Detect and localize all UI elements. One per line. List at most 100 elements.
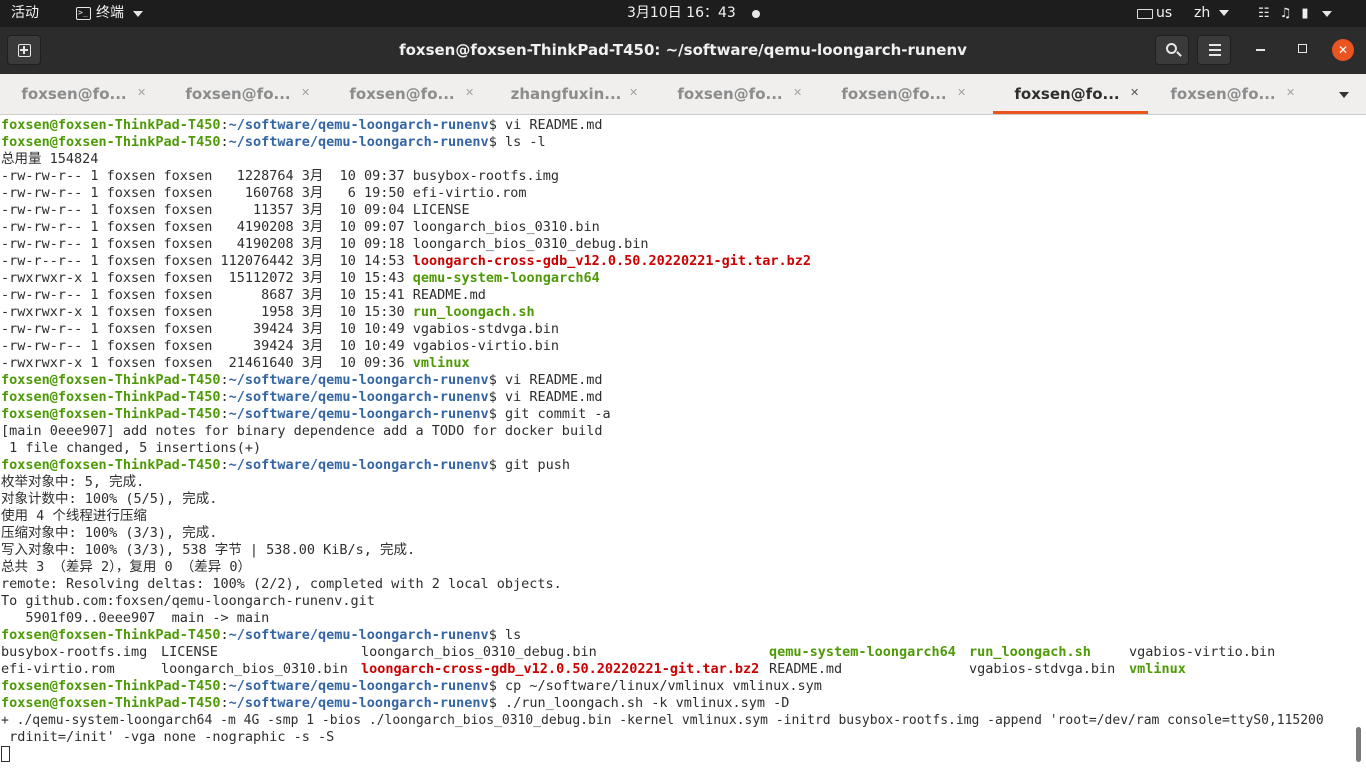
ls-entry: vgabios-stdvga.bin (969, 661, 1116, 677)
input-method-label: zh (1194, 5, 1211, 21)
prompt-user-host: foxsen@foxsen-ThinkPad-T450 (1, 457, 221, 473)
terminal-tab[interactable]: foxsen@fo... ✕ (656, 74, 820, 115)
close-icon[interactable]: ✕ (793, 86, 802, 99)
prompt-user-host: foxsen@foxsen-ThinkPad-T450 (1, 406, 221, 422)
window-header-bar: foxsen@foxsen-ThinkPad-T450: ~/software/… (0, 27, 1366, 74)
prompt-line: foxsen@foxsen-ThinkPad-T450:~/software/q… (1, 117, 603, 133)
prompt-user-host: foxsen@foxsen-ThinkPad-T450 (1, 117, 221, 133)
command: ls -l (496, 134, 546, 150)
file-name: loongarch_bios_0310_debug.bin (412, 236, 649, 252)
close-icon[interactable]: ✕ (1286, 86, 1295, 99)
file-name: LICENSE (412, 202, 470, 218)
ls-output-row: busybox-rootfs.img LICENSE loongarch_bios_… (1, 644, 1361, 661)
file-name: vgabios-virtio.bin (412, 338, 560, 354)
ls-entry: qemu-system-loongarch64 (769, 644, 956, 660)
close-icon[interactable]: ✕ (957, 86, 966, 99)
listing-row: -rw-r--r-- 1 foxsen foxsen 112076442 3月 … (1, 253, 811, 270)
hamburger-menu-button[interactable] (1197, 35, 1231, 65)
prompt-line: foxsen@foxsen-ThinkPad-T450:~/software/q… (1, 457, 570, 473)
file-meta: -rw-rw-r-- 1 foxsen foxsen 11357 3月 10 0… (1, 202, 413, 218)
terminal-icon: >_ (76, 7, 91, 20)
prompt-line: foxsen@foxsen-ThinkPad-T450:~/software/q… (1, 678, 822, 694)
terminal-tab[interactable]: zhangfuxin... ✕ (492, 74, 656, 115)
app-menu-terminal[interactable]: >_ 终端 (76, 0, 143, 27)
prompt-path: ~/software/qemu-loongarch-runenv (228, 406, 489, 422)
ls-entry: vgabios-virtio.bin (1129, 644, 1276, 660)
tab-label: foxsen@fo... (1170, 85, 1276, 103)
close-icon[interactable]: ✕ (301, 86, 310, 99)
battery-icon: ▮ (1301, 6, 1309, 21)
prompt-user-host: foxsen@foxsen-ThinkPad-T450 (1, 678, 221, 694)
file-name: loongarch-cross-gdb_v12.0.50.20220221-gi… (412, 253, 812, 269)
file-meta: -rw-rw-r-- 1 foxsen foxsen 4190208 3月 10… (1, 219, 413, 235)
chevron-down-icon (1218, 10, 1229, 16)
listing-row: -rwxrwxr-x 1 foxsen foxsen 21461640 3月 1… (1, 355, 470, 372)
terminal-tab[interactable]: foxsen@fo... ✕ (328, 74, 492, 115)
listing-row: -rw-rw-r-- 1 foxsen foxsen 39424 3月 10 1… (1, 338, 559, 355)
tab-label: foxsen@fo... (349, 85, 455, 103)
menu-icon (1209, 44, 1221, 46)
search-icon-handle (1176, 51, 1182, 57)
terminal-tab[interactable]: foxsen@fo... ✕ (0, 74, 164, 115)
close-icon[interactable]: ✕ (629, 86, 638, 99)
close-icon[interactable]: ✕ (1130, 86, 1139, 99)
ls-entry: run_loongach.sh (969, 644, 1091, 660)
prompt-line: foxsen@foxsen-ThinkPad-T450:~/software/q… (1, 406, 611, 422)
close-icon[interactable]: ✕ (137, 86, 146, 99)
minimize-button[interactable] (1256, 49, 1265, 51)
output-line: 写入对象中: 100% (3/3), 538 字节 | 538.00 KiB/s… (1, 542, 416, 558)
input-method-indicator[interactable]: zh (1194, 0, 1229, 27)
terminal-tab-active[interactable]: foxsen@fo... ✕ (993, 74, 1157, 115)
clock[interactable]: 3月10日 16：43 (627, 0, 736, 27)
file-meta: -rwxrwxr-x 1 foxsen foxsen 21461640 3月 1… (1, 355, 413, 371)
command: cp ~/software/linux/vmlinux vmlinux.sym (496, 678, 822, 694)
prompt-user-host: foxsen@foxsen-ThinkPad-T450 (1, 695, 221, 711)
scrollbar[interactable] (1356, 727, 1361, 762)
output-line: rdinit=/init' -vga none -nographic -s -S (1, 729, 335, 745)
ls-entry: vmlinux (1129, 661, 1186, 677)
menu-icon-bar (1209, 54, 1221, 56)
output-line: 1 file changed, 5 insertions(+) (1, 440, 262, 456)
close-icon[interactable]: ✕ (465, 86, 474, 99)
search-button[interactable] (1155, 35, 1189, 65)
command: ./run_loongach.sh -k vmlinux.sym -D (496, 695, 790, 711)
prompt-path: ~/software/qemu-loongarch-runenv (228, 678, 489, 694)
close-button[interactable]: ✕ (1332, 39, 1354, 61)
tab-label: foxsen@fo... (185, 85, 291, 103)
system-status-menu[interactable]: ☷ ♫ ▮ (1258, 0, 1333, 27)
output-line: + ./qemu-system-loongarch64 -m 4G -smp 1… (1, 713, 1324, 728)
keyboard-layout-label: us (1156, 5, 1173, 21)
prompt-user-host: foxsen@foxsen-ThinkPad-T450 (1, 627, 221, 643)
notification-dot-icon (752, 10, 760, 18)
keyboard-layout-indicator[interactable]: us (1137, 0, 1172, 27)
listing-row: -rw-rw-r-- 1 foxsen foxsen 4190208 3月 10… (1, 236, 648, 253)
ls-entry: loongarch-cross-gdb_v12.0.50.20220221-gi… (361, 661, 760, 677)
prompt-path: ~/software/qemu-loongarch-runenv (228, 389, 489, 405)
prompt-user-host: foxsen@foxsen-ThinkPad-T450 (1, 372, 221, 388)
terminal-tab[interactable]: foxsen@fo... ✕ (164, 74, 328, 115)
menu-icon-bar (1209, 49, 1221, 51)
network-icon: ☷ (1258, 6, 1270, 21)
command: git push (496, 457, 570, 473)
text-cursor (1, 746, 10, 762)
prompt-line: foxsen@foxsen-ThinkPad-T450:~/software/q… (1, 389, 603, 405)
output-line: 总用量 154824 (1, 151, 99, 167)
prompt-path: ~/software/qemu-loongarch-runenv (228, 627, 489, 643)
chevron-down-icon (133, 10, 143, 17)
activities-button[interactable]: 活动 (11, 0, 39, 27)
tabs-overflow-dropdown[interactable] (1339, 92, 1349, 98)
tab-label: foxsen@fo... (677, 85, 783, 103)
prompt-path: ~/software/qemu-loongarch-runenv (228, 117, 489, 133)
file-meta: -rw-rw-r-- 1 foxsen foxsen 4190208 3月 10… (1, 236, 413, 252)
volume-icon: ♫ (1279, 6, 1292, 21)
maximize-button[interactable] (1298, 44, 1307, 53)
terminal-tab[interactable]: foxsen@fo... ✕ (820, 74, 984, 115)
output-line: To github.com:foxsen/qemu-loongarch-rune… (1, 593, 375, 609)
file-name: qemu-system-loongarch64 (412, 270, 600, 286)
file-name: run_loongach.sh (412, 304, 535, 320)
terminal-tab[interactable]: foxsen@fo... ✕ (1149, 74, 1313, 115)
terminal-output[interactable]: foxsen@foxsen-ThinkPad-T450:~/software/q… (0, 115, 1366, 768)
ls-entry: loongarch_bios_0310.bin (161, 661, 348, 677)
file-meta: -rwxrwxr-x 1 foxsen foxsen 15112072 3月 1… (1, 270, 413, 286)
ls-entry: loongarch_bios_0310_debug.bin (361, 644, 597, 660)
